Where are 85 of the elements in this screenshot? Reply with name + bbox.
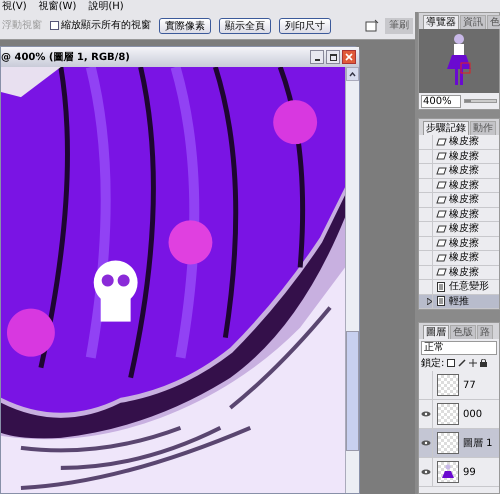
layer-name: 77 [463, 378, 476, 392]
layer-thumbnail [437, 461, 459, 483]
eraser-icon [436, 166, 446, 175]
history-step-label: 橡皮擦 [449, 192, 479, 208]
eraser-icon [436, 196, 446, 204]
scroll-up-button[interactable] [346, 67, 359, 81]
minimize-button[interactable] [310, 50, 324, 64]
history-step[interactable]: 橡皮擦 [419, 251, 499, 266]
panel-tab[interactable]: 導覽器 [423, 15, 459, 29]
close-icon [345, 53, 353, 61]
checkbox[interactable] [50, 21, 59, 30]
panel-tab[interactable]: 色 [487, 15, 500, 29]
document-title: @ 400% (圖層 1, RGB/8) [1, 50, 130, 64]
history-step-label: 橡皮擦 [449, 236, 479, 251]
history-step[interactable]: 橡皮擦 [419, 266, 499, 280]
zoom-field[interactable]: 400% [421, 94, 461, 108]
lock-transparency-icon[interactable] [447, 359, 456, 367]
maximize-button[interactable] [326, 50, 340, 64]
history-step-label: 橡皮擦 [449, 250, 479, 266]
zoom-button[interactable]: 列印尺寸 [279, 18, 331, 34]
panel-tab[interactable]: 路 [477, 325, 493, 339]
eraser-icon [436, 224, 446, 233]
panel-tab[interactable]: 色版 [450, 325, 476, 339]
history-step-label: 任意變形 [449, 280, 489, 294]
menu-item[interactable]: 說明(H) [88, 1, 124, 12]
history-step-label: 橡皮擦 [449, 222, 479, 236]
history-step-label: 橡皮擦 [449, 208, 479, 222]
history-step-label: 橡皮擦 [449, 266, 479, 280]
layer-row[interactable]: 99 [419, 458, 499, 487]
history-step[interactable]: 橡皮擦 [419, 178, 499, 193]
panel-tab[interactable]: 動作 [470, 121, 496, 135]
lock-icon[interactable] [480, 359, 488, 367]
layer-name: 圖層 1 [463, 436, 493, 450]
scroll-thumb[interactable] [346, 331, 359, 451]
eraser-icon [436, 181, 446, 190]
history-step[interactable]: 橡皮擦 [419, 164, 499, 178]
panel-tab[interactable]: 步驟記錄 [423, 121, 469, 135]
document-icon [436, 296, 446, 306]
layer-thumbnail [437, 374, 459, 396]
history-step-label: 橡皮擦 [449, 178, 479, 193]
layer-row[interactable]: 圖層 1 [419, 429, 499, 458]
lock-label: 鎖定: [421, 356, 444, 370]
history-step[interactable]: 橡皮擦 [419, 222, 499, 236]
history-step[interactable]: 橡皮擦 [419, 193, 499, 208]
history-step[interactable]: 輕推 [419, 294, 499, 309]
eraser-icon [436, 210, 446, 218]
eye-icon[interactable] [420, 440, 430, 446]
close-button[interactable] [342, 50, 356, 64]
layer-name: 99 [463, 466, 476, 480]
eraser-icon [436, 268, 446, 276]
history-step[interactable]: 橡皮擦 [419, 150, 499, 164]
history-step[interactable]: 橡皮擦 [419, 236, 499, 251]
palette-well-icon[interactable] [365, 19, 379, 32]
zoom-slider[interactable] [464, 99, 497, 103]
brush-icon[interactable] [458, 359, 466, 367]
history-step[interactable]: 橡皮擦 [419, 135, 499, 150]
layer-thumbnail [437, 403, 459, 425]
panel-tab[interactable]: 圖層 [423, 325, 449, 339]
layer-row[interactable]: 77 [419, 371, 499, 400]
menu-item[interactable]: 視(V) [2, 1, 27, 12]
history-step-label: 橡皮擦 [449, 164, 479, 178]
menu-item[interactable]: 視窗(W) [38, 1, 76, 12]
blend-mode-dropdown[interactable]: 正常 [421, 341, 497, 355]
history-step-label: 橡皮擦 [449, 150, 479, 164]
eraser-icon [436, 152, 446, 160]
history-step-label: 橡皮擦 [449, 134, 479, 150]
eraser-icon [436, 239, 446, 248]
layer-name: 000 [463, 408, 482, 422]
document-icon [436, 282, 446, 292]
history-step[interactable]: 橡皮擦 [419, 208, 499, 222]
history-step-label: 輕推 [449, 294, 469, 309]
eraser-icon [436, 138, 446, 146]
panel-tab[interactable]: 資訊 [460, 15, 486, 29]
checkbox-label: 縮放顯示所有的視窗 [61, 18, 151, 33]
zoom-button[interactable]: 實際像素 [159, 18, 211, 34]
brush-tab[interactable]: 筆刷 [385, 18, 413, 34]
history-brush-marker-icon [427, 298, 432, 305]
eye-icon[interactable] [420, 469, 430, 475]
zoom-button[interactable]: 顯示全頁 [219, 18, 271, 34]
eye-icon[interactable] [420, 411, 430, 417]
eraser-icon [436, 254, 446, 262]
layer-thumbnail [437, 432, 459, 454]
float-window-label: 浮動視窗 [2, 18, 42, 33]
vertical-scrollbar[interactable] [345, 67, 359, 493]
move-icon[interactable] [469, 359, 478, 367]
